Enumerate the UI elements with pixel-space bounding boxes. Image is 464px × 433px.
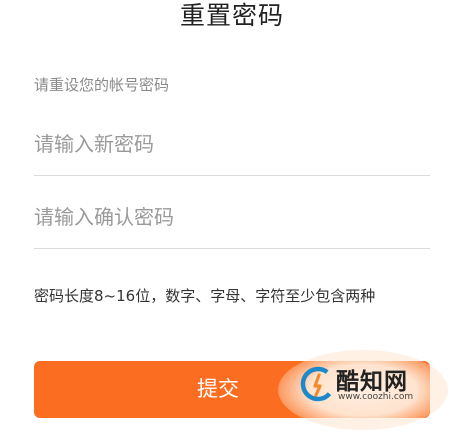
submit-button-label: 提交 (197, 377, 239, 401)
page-subtitle: 请重设您的帐号密码 (34, 76, 170, 94)
page-title: 重置密码 (179, 1, 284, 30)
submit-button[interactable]: 提交 (34, 361, 430, 418)
new-password-field (34, 112, 430, 176)
confirm-password-input[interactable] (34, 185, 430, 248)
new-password-input[interactable] (34, 112, 430, 175)
password-rule-hint: 密码长度8~16位，数字、字母、字符至少包含两种 (34, 287, 376, 305)
confirm-password-field (34, 185, 430, 249)
